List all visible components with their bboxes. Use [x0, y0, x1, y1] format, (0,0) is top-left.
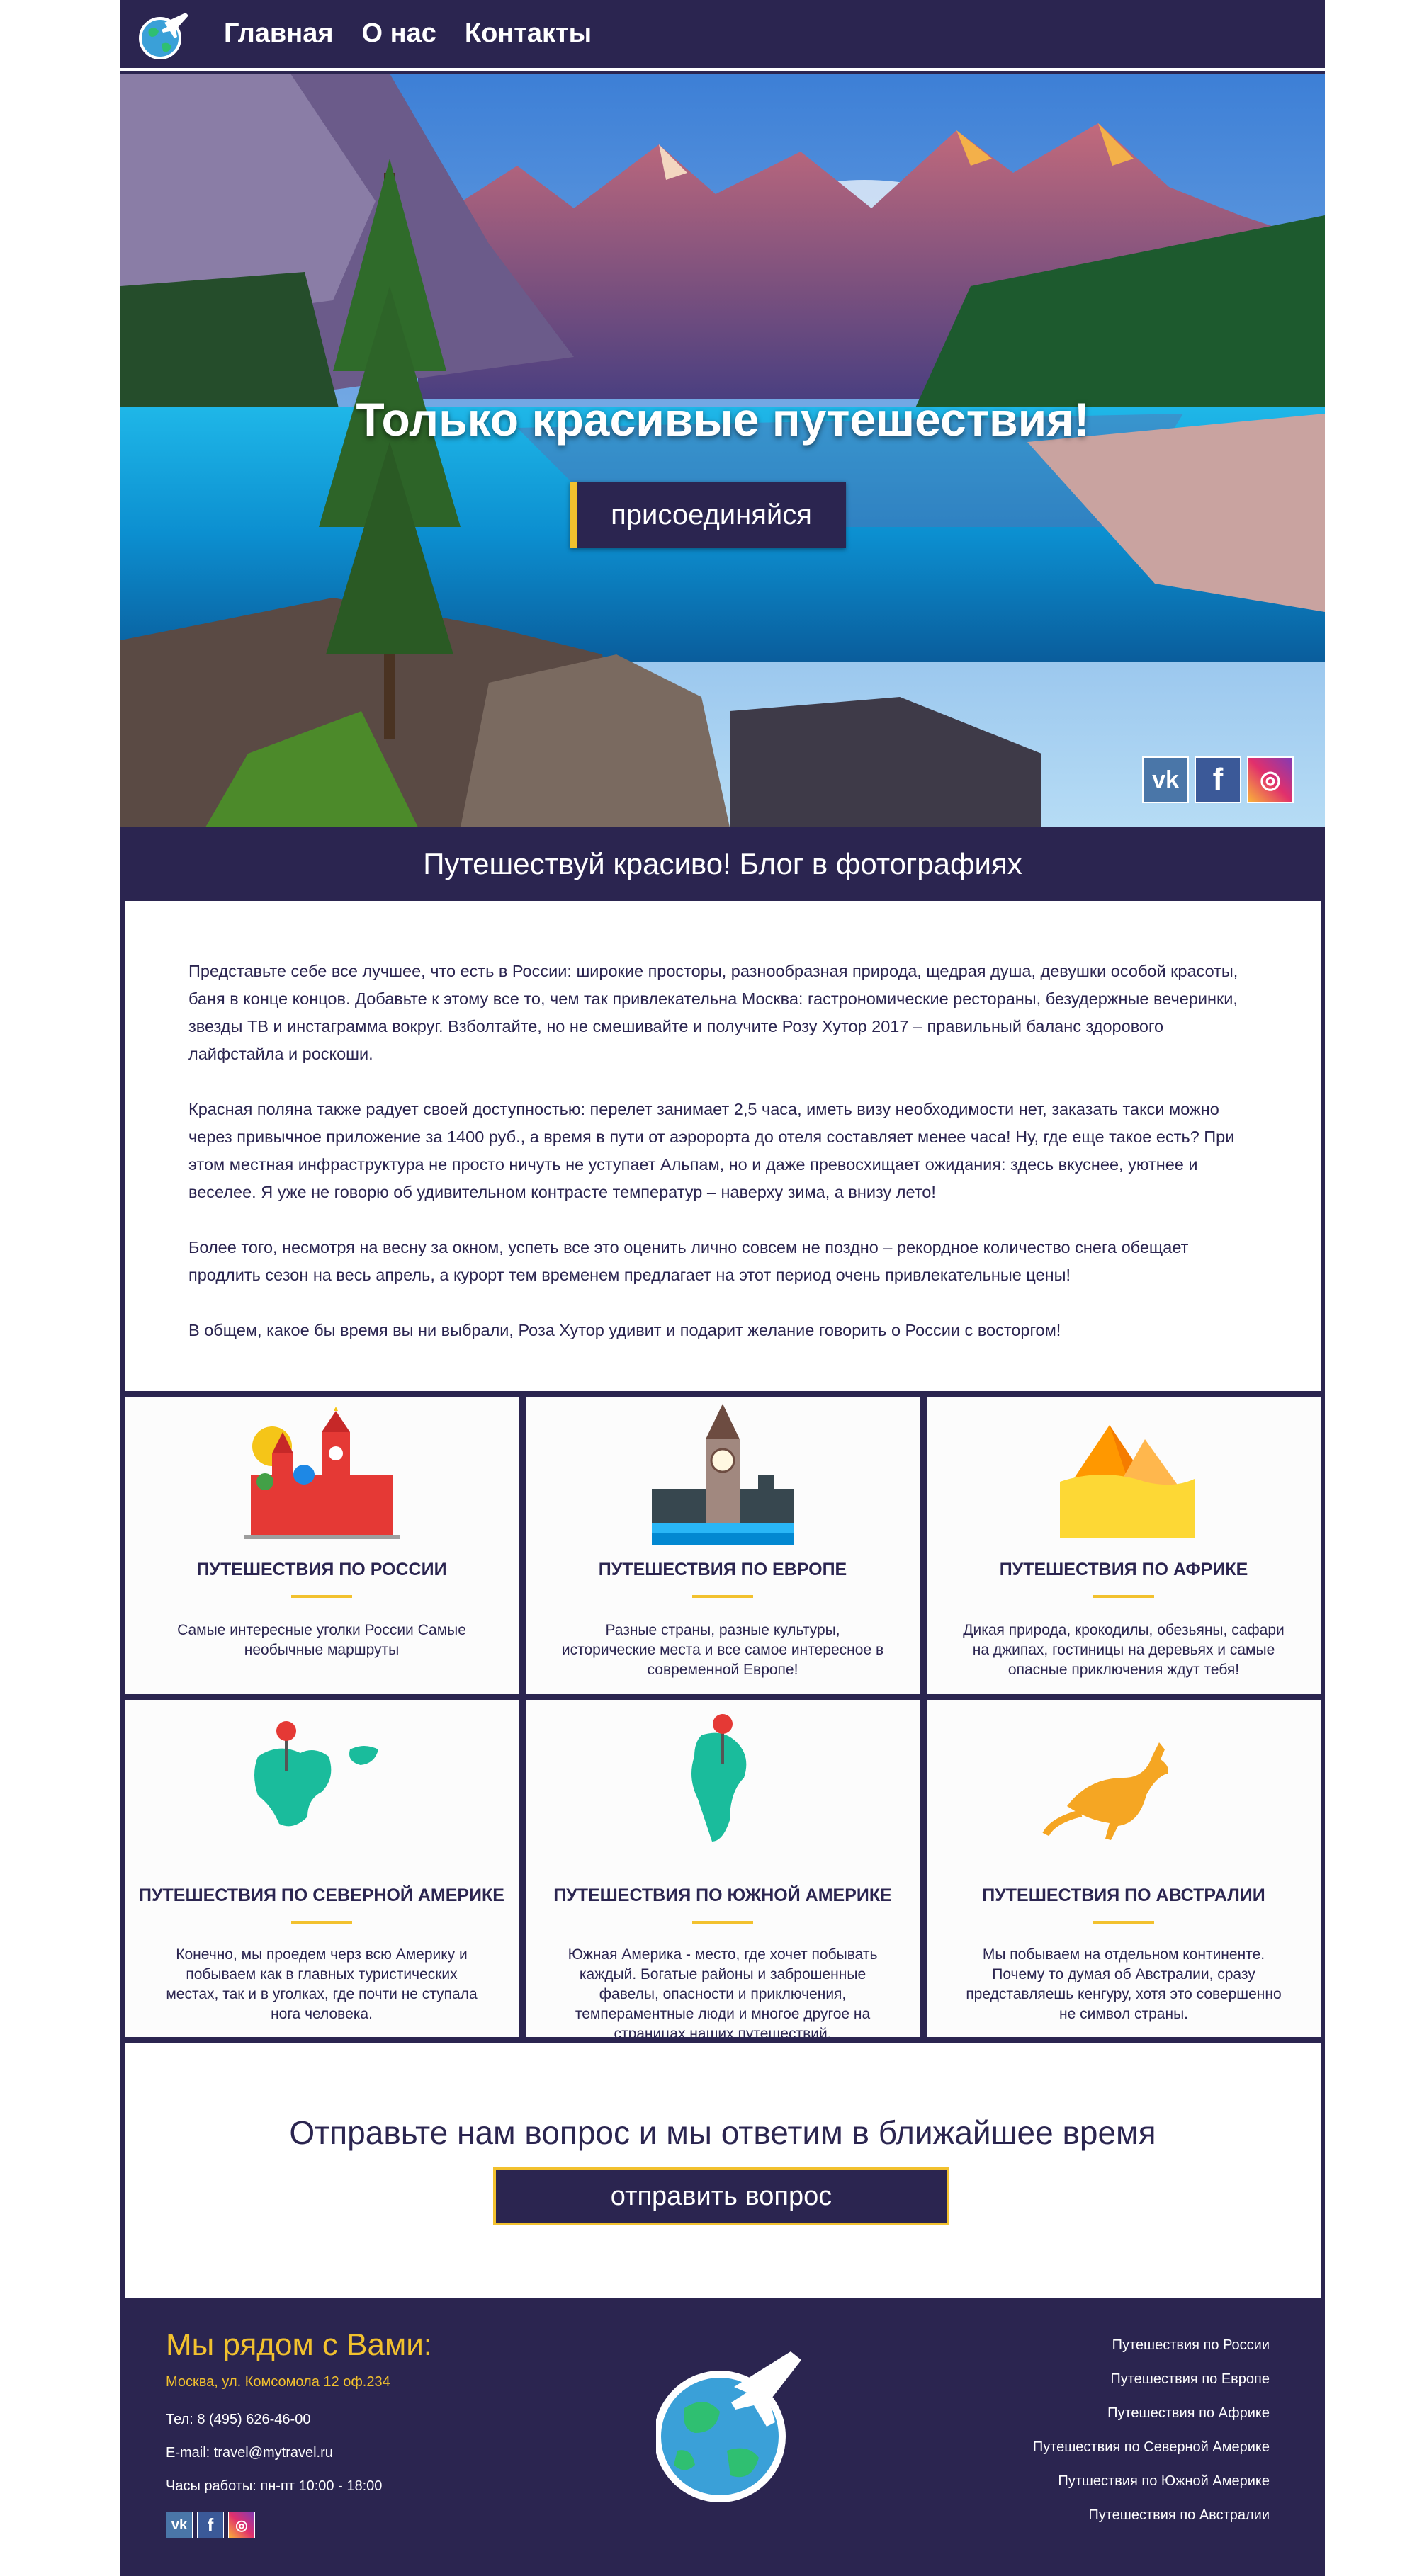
card-title: ПУТЕШЕСТВИЯ ПО ЕВРОПЕ	[598, 1560, 847, 1579]
vk-icon[interactable]: vk	[166, 2512, 193, 2538]
footer-link-europe[interactable]: Путешествия по Европе	[1033, 2371, 1270, 2388]
pyramids-icon	[1060, 1425, 1195, 1538]
card-title: ПУТЕШЕСТВИЯ ПО АВСТРАЛИИ	[982, 1885, 1265, 1905]
card-africa[interactable]: ПУТЕШЕСТВИЯ ПО АФРИКЕ Дикая природа, кро…	[927, 1397, 1321, 1694]
globe-plane-logo-icon[interactable]	[136, 8, 190, 62]
footer: Мы рядом с Вами: Москва, ул. Комсомола 1…	[120, 2298, 1325, 2576]
card-divider	[1093, 1921, 1154, 1924]
north-america-map-icon	[254, 1721, 378, 1827]
instagram-icon[interactable]: ◎	[1247, 756, 1294, 803]
hero-title: Только красивые путешествия!	[356, 393, 1090, 446]
blog-paragraph: Красная поляна также радует своей доступ…	[188, 1100, 1235, 1201]
mountain-lake-image	[120, 74, 1325, 827]
facebook-icon[interactable]: f	[197, 2512, 224, 2538]
card-description: Разные страны, разные культуры, историче…	[561, 1622, 884, 1678]
card-divider	[291, 1595, 352, 1598]
top-nav: Главная О нас Контакты	[120, 0, 1325, 71]
blog-title: Путешествуй красиво! Блог в фотографиях	[423, 847, 1022, 880]
nav-links: Главная О нас Контакты	[224, 18, 592, 49]
nav-contacts-link[interactable]: Контакты	[465, 18, 592, 49]
footer-link-north-america[interactable]: Путешествия по Северной Америке	[1033, 2439, 1270, 2456]
kremlin-icon	[244, 1407, 400, 1539]
card-title: ПУТЕШЕСТВИЯ ПО АФРИКЕ	[999, 1560, 1248, 1579]
footer-link-russia[interactable]: Путешествия по России	[1033, 2337, 1270, 2354]
card-divider	[692, 1595, 753, 1598]
south-america-map-icon	[691, 1714, 747, 1842]
question-title: Отправьте нам вопрос и мы ответим в ближ…	[289, 2114, 1156, 2151]
big-ben-icon	[652, 1404, 794, 1545]
footer-contacts: Мы рядом с Вами: Москва, ул. Комсомола 1…	[166, 2327, 432, 2538]
card-europe[interactable]: ПУТЕШЕСТВИЯ ПО ЕВРОПЕ Разные страны, раз…	[526, 1397, 920, 1694]
hero-banner: Только красивые путешествия! присоединяй…	[120, 74, 1325, 827]
send-question-button[interactable]: отправить вопрос	[493, 2167, 949, 2225]
footer-phone: Тел: 8 (495) 626-46-00	[166, 2412, 311, 2427]
destination-cards: ПУТЕШЕСТВИЯ ПО РОССИИ Самые интересные у…	[125, 1397, 1321, 2042]
blog-paragraph: Более того, несмотря на весну за окном, …	[188, 1238, 1189, 1284]
vk-icon[interactable]: vk	[1142, 756, 1189, 803]
card-russia[interactable]: ПУТЕШЕСТВИЯ ПО РОССИИ Самые интересные у…	[125, 1397, 519, 1694]
globe-plane-logo-icon	[656, 2351, 801, 2502]
card-description: Конечно, мы проедем черз всю Америку и п…	[166, 1946, 478, 2022]
footer-link-australia[interactable]: Путешествия по Австралии	[1033, 2507, 1270, 2524]
instagram-icon[interactable]: ◎	[228, 2512, 255, 2538]
facebook-icon[interactable]: f	[1195, 756, 1241, 803]
card-description: Дикая природа, крокодилы, обезьяны, сафа…	[963, 1622, 1285, 1678]
footer-email: E-mail: travel@mytravel.ru	[166, 2445, 333, 2461]
footer-link-south-america[interactable]: Путшествия по Южной Америке	[1033, 2473, 1270, 2490]
card-south-america[interactable]: ПУТЕШЕСТВИЯ ПО ЮЖНОЙ АМЕРИКЕ Южная Амери…	[526, 1700, 920, 2042]
card-title: ПУТЕШЕСТВИЯ ПО РОССИИ	[196, 1560, 447, 1579]
card-divider	[291, 1921, 352, 1924]
card-description: Южная Америка - место, где хочет побыват…	[568, 1946, 878, 2042]
join-button[interactable]: присоединяйся	[570, 482, 846, 548]
card-title: ПУТЕШЕСТВИЯ ПО ЮЖНОЙ АМЕРИКЕ	[553, 1885, 892, 1905]
footer-heading: Мы рядом с Вами:	[166, 2327, 433, 2362]
blog-paragraph: В общем, какое бы время вы ни выбрали, Р…	[188, 1321, 1061, 1339]
hero-social-links: vk f ◎	[1142, 756, 1294, 803]
card-divider	[1093, 1595, 1154, 1598]
question-section: Отправьте нам вопрос и мы ответим в ближ…	[125, 2043, 1321, 2298]
footer-social-links: vk f ◎	[166, 2512, 432, 2538]
nav-about-link[interactable]: О нас	[362, 18, 436, 49]
card-divider	[692, 1921, 753, 1924]
footer-hours: Часы работы: пн-пт 10:00 - 18:00	[166, 2478, 383, 2494]
page-wrapper: Главная О нас Контакты Только красивые п…	[120, 0, 1325, 2576]
card-australia[interactable]: ПУТЕШЕСТВИЯ ПО АВСТРАЛИИ Мы побываем на …	[927, 1700, 1321, 2037]
card-title: ПУТЕШЕСТВИЯ ПО СЕВЕРНОЙ АМЕРИКЕ	[139, 1885, 504, 1905]
blog-paragraph: Представьте себе все лучшее, что есть в …	[188, 962, 1238, 1063]
card-description: Самые интересные уголки России Самые нео…	[177, 1622, 466, 1658]
card-north-america[interactable]: ПУТЕШЕСТВИЯ ПО СЕВЕРНОЙ АМЕРИКЕ Конечно,…	[125, 1700, 519, 2037]
footer-link-africa[interactable]: Путешествия по Африке	[1033, 2405, 1270, 2422]
kangaroo-icon	[1042, 1742, 1168, 1840]
nav-home-link[interactable]: Главная	[224, 18, 334, 49]
card-description: Мы побываем на отдельном континенте. Поч…	[966, 1946, 1282, 2022]
blog-text-section: Представьте себе все лучшее, что есть в …	[125, 901, 1321, 1391]
footer-address: Москва, ул. Комсомола 12 оф.234	[166, 2374, 390, 2390]
footer-links: Путешествия по России Путешествия по Евр…	[1033, 2337, 1270, 2541]
